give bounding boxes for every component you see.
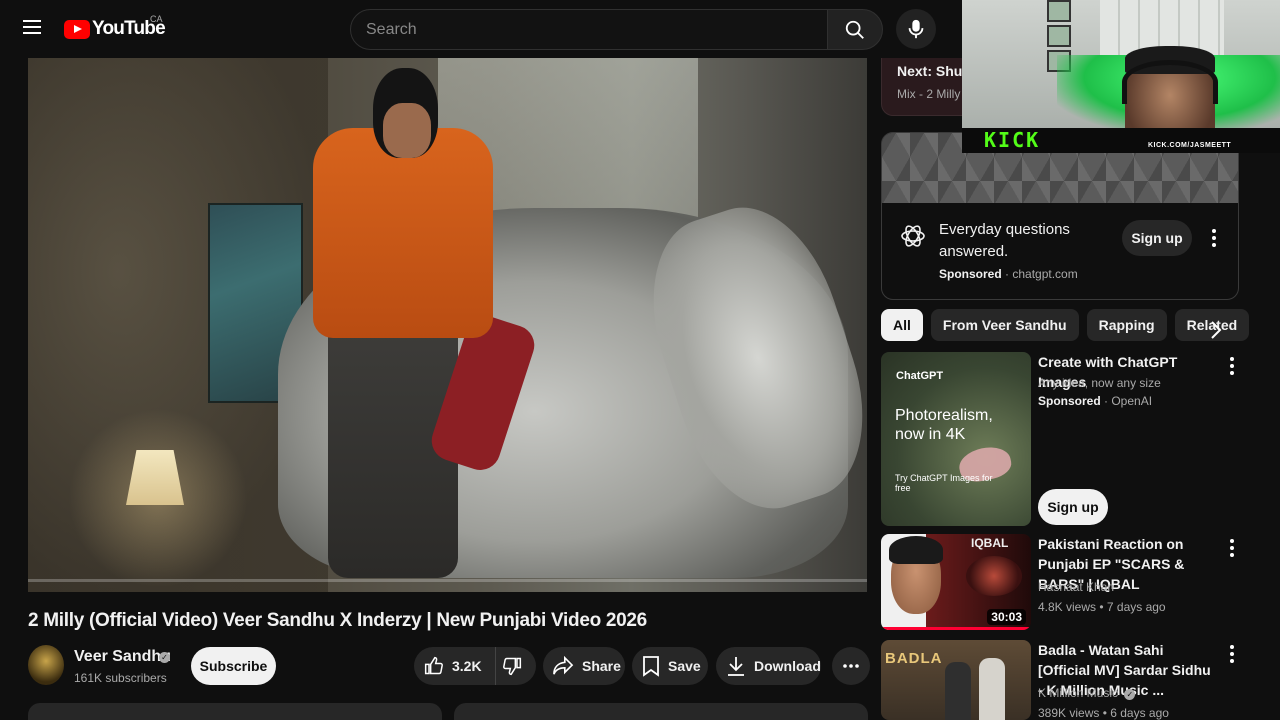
channel-name-text: K Million Music	[1038, 686, 1119, 700]
more-actions-button[interactable]	[832, 647, 870, 685]
up-next-playlist: Mix - 2 Milly (	[897, 87, 968, 101]
progress-bar[interactable]	[28, 579, 867, 582]
more-vertical-icon[interactable]	[1225, 538, 1239, 558]
chatgpt-logo-icon	[901, 225, 925, 247]
download-label: Download	[754, 658, 821, 674]
comments-preview[interactable]	[454, 703, 868, 720]
region-code: CA	[150, 14, 163, 24]
webcam-overlay: KICK KICK.COM/JASMEETT	[962, 0, 1280, 153]
watched-progress	[881, 627, 1031, 630]
kick-logo: KICK	[984, 128, 1041, 152]
video-player[interactable]	[28, 58, 867, 592]
signup-button[interactable]: Sign up	[1038, 489, 1108, 525]
channel-name[interactable]: Hasnaat Khan	[1038, 580, 1114, 594]
description-box[interactable]	[28, 703, 442, 720]
chip-all[interactable]: All	[881, 309, 923, 341]
download-icon	[728, 657, 744, 676]
verified-icon: ✓	[159, 652, 170, 663]
search-placeholder: Search	[366, 20, 417, 38]
thumbnail-text: IQBAL	[971, 536, 1009, 550]
channel-name[interactable]: Veer Sandhu	[74, 648, 171, 666]
search-input[interactable]: Search	[350, 9, 828, 50]
like-button[interactable]: 3.2K	[414, 647, 496, 685]
more-vertical-icon[interactable]	[1225, 356, 1239, 376]
save-button[interactable]: Save	[632, 647, 708, 685]
save-label: Save	[668, 658, 701, 674]
download-button[interactable]: Download	[716, 647, 821, 685]
like-count: 3.2K	[452, 658, 482, 674]
ad-signup-button[interactable]: Sign up	[1122, 220, 1192, 256]
list-item[interactable]: BADLA Badla - Watan Sahi [Official MV] S…	[881, 640, 1241, 720]
channel-avatar[interactable]	[28, 645, 64, 685]
ad-description: Any idea, now any size	[1038, 376, 1161, 390]
thumbnail-brand: ChatGPT	[896, 370, 944, 382]
video-thumbnail[interactable]: BADLA	[881, 640, 1031, 720]
search-button[interactable]	[827, 9, 883, 50]
youtube-play-icon	[64, 19, 90, 39]
more-horizontal-icon	[843, 664, 859, 668]
like-dislike-group: 3.2K	[414, 647, 536, 685]
stream-url: KICK.COM/JASMEETT	[1148, 142, 1232, 149]
thumbnail-footer: Try ChatGPT Images for free	[895, 473, 993, 493]
sponsored-line: Sponsored · OpenAI	[1038, 394, 1153, 408]
thumbnail-headline: Photorealism, now in 4K	[895, 407, 993, 443]
hamburger-menu-icon[interactable]	[18, 16, 46, 44]
verified-icon: ✓	[1124, 689, 1136, 700]
ad-card[interactable]: Everyday questions answered. Sponsored ·…	[881, 132, 1239, 300]
ad-title[interactable]: Everyday questions answered.	[939, 219, 1109, 263]
ad-domain[interactable]: chatgpt.com	[1012, 267, 1077, 281]
share-label: Share	[582, 658, 621, 674]
headset	[1122, 60, 1218, 104]
sponsored-label: Sponsored	[1038, 394, 1101, 408]
video-meta: 389K views • 6 days ago	[1038, 706, 1169, 720]
microphone-icon	[908, 19, 924, 39]
filter-chips: All From Veer Sandhu Rapping Related	[881, 309, 1250, 341]
more-vertical-icon[interactable]	[1225, 644, 1239, 664]
list-item[interactable]: IQBAL 30:03 Pakistani Reaction on Punjab…	[881, 534, 1241, 634]
duration-badge: 30:03	[987, 609, 1026, 625]
thumbs-up-icon	[424, 656, 443, 675]
thumbnail-text: BADLA	[885, 650, 943, 667]
ad-sponsored-line: Sponsored · chatgpt.com	[939, 267, 1078, 281]
video-thumbnail[interactable]: ChatGPT Photorealism, now in 4K Try Chat…	[881, 352, 1031, 526]
list-item[interactable]: ChatGPT Photorealism, now in 4K Try Chat…	[881, 352, 1241, 532]
video-meta: 4.8K views • 7 days ago	[1038, 600, 1166, 614]
more-vertical-icon[interactable]	[1204, 227, 1224, 249]
share-icon	[553, 656, 574, 675]
subscribe-button[interactable]: Subscribe	[191, 647, 276, 685]
chevron-right-icon[interactable]	[1206, 318, 1226, 342]
channel-name[interactable]: K Million Music ✓	[1038, 686, 1136, 700]
thumbs-down-icon	[503, 657, 522, 676]
chip-from-veer-sandhu[interactable]: From Veer Sandhu	[930, 309, 1079, 341]
advertiser-name: OpenAI	[1111, 394, 1153, 408]
share-button[interactable]: Share	[543, 647, 625, 685]
dislike-button[interactable]	[496, 647, 536, 685]
subscriber-count: 161K subscribers	[74, 671, 167, 685]
search-icon	[845, 20, 864, 39]
video-thumbnail[interactable]: IQBAL 30:03	[881, 534, 1031, 630]
sponsored-label: Sponsored	[939, 267, 1002, 281]
voice-search-button[interactable]	[896, 9, 936, 49]
chip-rapping[interactable]: Rapping	[1086, 309, 1167, 341]
rider	[313, 128, 493, 338]
video-title: 2 Milly (Official Video) Veer Sandhu X I…	[28, 610, 647, 631]
bookmark-icon	[643, 656, 659, 677]
